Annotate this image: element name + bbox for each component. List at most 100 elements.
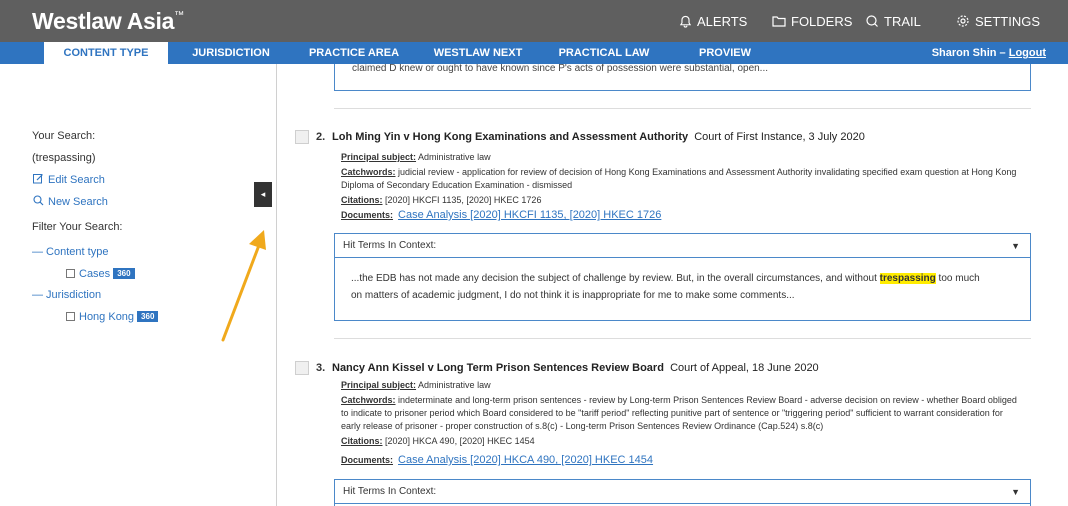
filter-hong-kong[interactable]: Hong Kong 360 <box>66 311 159 323</box>
result-3-documents: Documents: Case Analysis [2020] HKCA 490… <box>341 454 653 467</box>
result-2-heading: Loh Ming Yin v Hong Kong Examinations an… <box>332 131 865 143</box>
result-2-title-link[interactable]: Loh Ming Yin v Hong Kong Examinations an… <box>332 131 688 143</box>
result-3-hit-label: Hit Terms In Context: <box>343 486 437 497</box>
caret-down-icon[interactable]: ▼ <box>1011 234 1020 258</box>
brand-logo[interactable]: Westlaw Asia™ <box>32 8 184 35</box>
result-2-citations-label: Citations: <box>341 195 383 205</box>
filter-label: Filter Your Search: <box>32 221 123 233</box>
result-2-principal-value: Administrative law <box>418 152 491 162</box>
hong-kong-label: Hong Kong <box>79 311 135 323</box>
results-pane: claimed D knew or ought to have known si… <box>278 64 1068 506</box>
result-2-catchwords: Catchwords: judicial review - applicatio… <box>341 166 1061 179</box>
jurisdiction-filter-heading[interactable]: — Jurisdiction <box>32 289 101 301</box>
collapse-sidebar-button[interactable]: ◂ <box>254 182 272 207</box>
result-2-citations: Citations: [2020] HKCFI 1135, [2020] HKE… <box>341 194 541 207</box>
search-query: (trespassing) <box>32 152 96 164</box>
folder-icon <box>772 16 786 27</box>
result-3-catchwords: Catchwords: indeterminate and long-term … <box>341 394 1061 407</box>
result-3-court-date: Court of Appeal, 18 June 2020 <box>670 362 819 374</box>
logout-link[interactable]: Logout <box>1009 47 1046 59</box>
result-3-title-link[interactable]: Nancy Ann Kissel v Long Term Prison Sent… <box>332 362 664 374</box>
main-nav: CONTENT TYPE JURISDICTION PRACTICE AREA … <box>0 42 1068 64</box>
tab-jurisdiction[interactable]: JURISDICTION <box>181 42 281 64</box>
result-2-hit-context: Hit Terms In Context: ▼ ...the EDB has n… <box>334 233 1031 321</box>
annotation-arrow-icon <box>221 230 266 342</box>
settings-label: SETTINGS <box>975 13 1041 29</box>
result-3-catchwords-line-2: to indicate to prisoner period which Boa… <box>341 408 1003 418</box>
tab-westlaw-next[interactable]: WESTLAW NEXT <box>425 42 531 64</box>
result-2-checkbox[interactable] <box>295 130 309 144</box>
filter-cases[interactable]: Cases 360 <box>66 268 135 280</box>
user-area: Sharon Shin – Logout <box>932 42 1046 64</box>
hit-context-box-prev: claimed D knew or ought to have known si… <box>334 64 1031 91</box>
cases-count-badge: 360 <box>113 268 135 279</box>
result-2-principal-subject: Principal subject: Administrative law <box>341 151 491 164</box>
result-3-catchwords-line-1: indeterminate and long-term prison sente… <box>398 395 1017 405</box>
cases-label: Cases <box>79 268 111 280</box>
tab-practical-law[interactable]: PRACTICAL LAW <box>552 42 656 64</box>
result-3-catchwords-label: Catchwords: <box>341 395 396 405</box>
folders-link[interactable]: FOLDERS <box>772 0 852 42</box>
result-2-principal-label: Principal subject: <box>341 152 417 162</box>
result-3-citations: Citations: [2020] HKCA 490, [2020] HKEC … <box>341 435 535 448</box>
tab-practice-area[interactable]: PRACTICE AREA <box>302 42 406 64</box>
result-3-checkbox[interactable] <box>295 361 309 375</box>
edit-search-label: Edit Search <box>48 174 105 186</box>
result-2-hit-pre: ...the EDB has not made any decision the… <box>351 273 877 284</box>
result-2-catchwords-line-1: judicial review - application for review… <box>398 167 1017 177</box>
result-3-number: 3. <box>316 362 326 374</box>
result-3-principal-value: Administrative law <box>418 380 491 390</box>
brand-name: Westlaw Asia <box>32 8 175 34</box>
cases-checkbox[interactable] <box>66 269 75 278</box>
user-separator: – <box>999 47 1006 59</box>
highlighted-hit-term: trespassing <box>879 273 936 284</box>
your-search-label: Your Search: <box>32 130 96 142</box>
alerts-label: ALERTS <box>697 13 748 29</box>
caret-down-icon[interactable]: ▼ <box>1011 480 1020 504</box>
result-3-hit-header[interactable]: Hit Terms In Context: ▼ <box>335 480 1030 504</box>
result-3-principal-subject: Principal subject: Administrative law <box>341 379 491 392</box>
alerts-link[interactable]: ALERTS <box>679 0 747 42</box>
result-3-citations-label: Citations: <box>341 436 383 446</box>
result-2-documents-label: Documents: <box>341 210 394 220</box>
result-2-catchwords-line-2: Diploma of Secondary Education Examinati… <box>341 180 573 190</box>
hong-kong-count-badge: 360 <box>137 311 159 322</box>
result-3-documents-label: Documents: <box>341 455 394 465</box>
result-3-document-links[interactable]: Case Analysis [2020] HKCA 490, [2020] HK… <box>398 454 653 466</box>
bell-icon <box>679 15 692 28</box>
result-2-hit-body: ...the EDB has not made any decision the… <box>335 258 1030 316</box>
hong-kong-checkbox[interactable] <box>66 312 75 321</box>
prev-hit-snippet: claimed D knew or ought to have known si… <box>352 64 769 74</box>
edit-search-link[interactable]: Edit Search <box>33 173 105 186</box>
result-2-hit-header[interactable]: Hit Terms In Context: ▼ <box>335 234 1030 258</box>
user-name: Sharon Shin <box>931 47 997 59</box>
result-2-documents: Documents: Case Analysis [2020] HKCFI 11… <box>341 209 661 222</box>
result-2-court-date: Court of First Instance, 3 July 2020 <box>694 131 865 143</box>
result-2-hit-line-2: on matters of academic judgment, I do no… <box>351 290 795 301</box>
top-bar: Westlaw Asia™ ALERTS FOLDERS TRAIL SETTI… <box>0 0 1068 42</box>
result-3-heading: Nancy Ann Kissel v Long Term Prison Sent… <box>332 362 819 374</box>
trail-link[interactable]: TRAIL <box>865 0 921 42</box>
trail-label: TRAIL <box>884 13 921 29</box>
brand-trademark: ™ <box>174 10 184 21</box>
result-separator <box>334 338 1031 339</box>
result-3-catchwords-line-3: early release of prisoner - proper const… <box>341 421 824 431</box>
new-search-label: New Search <box>48 196 108 208</box>
result-2-hit-post: too much <box>935 273 980 284</box>
result-2-hit-label: Hit Terms In Context: <box>343 240 437 251</box>
new-search-link[interactable]: New Search <box>33 195 108 208</box>
result-3-citations-value: [2020] HKCA 490, [2020] HKEC 1454 <box>385 436 535 446</box>
content-type-filter-heading[interactable]: — Content type <box>32 246 108 258</box>
settings-link[interactable]: SETTINGS <box>956 0 1040 42</box>
edit-icon <box>33 174 43 184</box>
result-3-hit-context: Hit Terms In Context: ▼ <box>334 479 1031 506</box>
folders-label: FOLDERS <box>791 13 853 29</box>
tab-content-type[interactable]: CONTENT TYPE <box>44 42 168 64</box>
result-2-hit-line-1: ...the EDB has not made any decision the… <box>351 270 1014 287</box>
result-2-document-links[interactable]: Case Analysis [2020] HKCFI 1135, [2020] … <box>398 209 661 221</box>
result-2-citations-value: [2020] HKCFI 1135, [2020] HKEC 1726 <box>385 195 542 205</box>
tab-proview[interactable]: PROVIEW <box>690 42 760 64</box>
result-2-catchwords-label: Catchwords: <box>341 167 396 177</box>
trail-icon <box>866 15 878 27</box>
sidebar: Your Search: (trespassing) Edit Search N… <box>0 64 277 506</box>
